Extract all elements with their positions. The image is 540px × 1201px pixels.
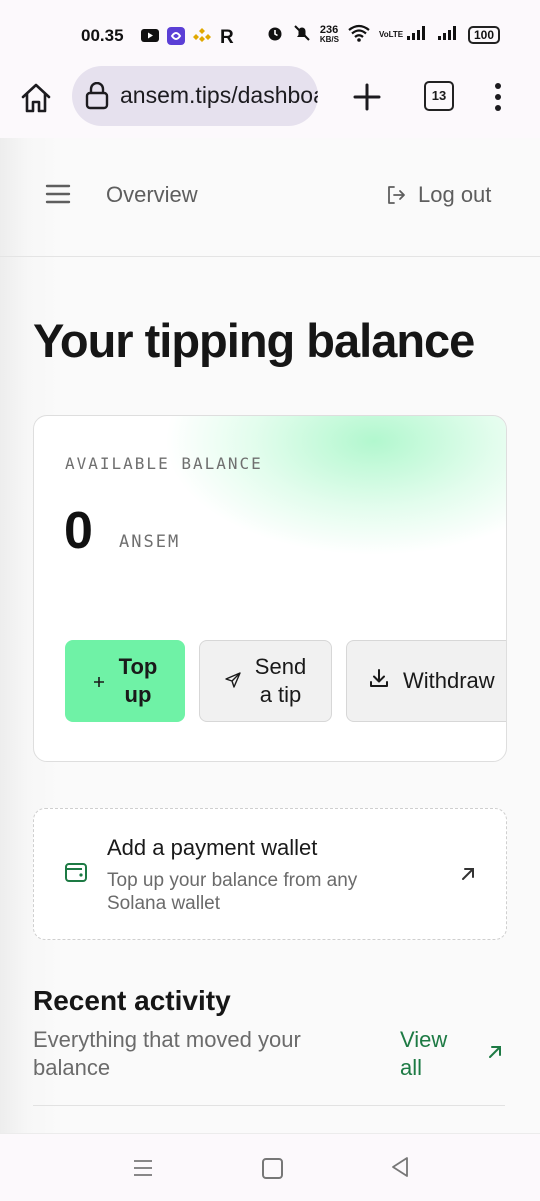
balance-label: AVAILABLE BALANCE: [65, 454, 263, 473]
balance-unit: ANSEM: [119, 532, 181, 552]
recents-icon: [134, 1160, 152, 1176]
url-bar[interactable]: ansem.tips/dashboard: [72, 66, 318, 126]
top-up-label: Top up: [119, 653, 158, 709]
lock-icon: [85, 82, 109, 110]
signal-icon: [406, 25, 428, 44]
browser-menu-button[interactable]: [486, 82, 510, 112]
wifi-icon: [348, 24, 370, 45]
revolut-icon: R: [218, 26, 238, 48]
page-content: Overview Log out Your tipping balance AV…: [0, 138, 540, 1133]
youtube-icon: [140, 26, 160, 44]
wallet-description: Top up your balance from any Solana wall…: [107, 870, 358, 914]
wallet-icon: [65, 863, 87, 882]
new-tab-button[interactable]: [352, 82, 382, 112]
top-nav: Overview Log out: [0, 138, 540, 257]
status-time: 00.35: [81, 26, 124, 45]
status-indicators: 236 KB/S VoLTE 100: [266, 24, 500, 45]
volte-icon: VoLTE: [378, 30, 404, 39]
view-all-link[interactable]: View all: [400, 1026, 460, 1082]
send-tip-button[interactable]: Send a tip: [199, 640, 332, 722]
home-button[interactable]: [18, 80, 54, 116]
alarm-icon: [266, 24, 284, 45]
recents-button[interactable]: [133, 1159, 153, 1177]
top-up-button[interactable]: Top up: [65, 640, 185, 722]
logout-label: Log out: [418, 182, 492, 207]
network-speed-unit: KB/S: [319, 34, 339, 44]
logout-icon: [388, 186, 405, 204]
logout-button[interactable]: Log out: [386, 182, 491, 208]
download-icon: [369, 667, 389, 695]
url-text[interactable]: ansem.tips/dashboard: [120, 82, 318, 109]
view-all-line2: all: [400, 1055, 423, 1080]
balance-card: AVAILABLE BALANCE 0 ANSEM Top up Send a …: [33, 415, 507, 762]
arrow-up-right-icon[interactable]: [487, 1044, 503, 1060]
back-button[interactable]: [390, 1156, 410, 1178]
page-title: Your tipping balance: [33, 314, 475, 367]
app-shortcut-icon: [166, 26, 186, 45]
send-tip-label-line1: Send: [254, 654, 307, 679]
add-wallet-card[interactable]: Add a payment wallet Top up your balance…: [33, 808, 507, 940]
binance-icon: [192, 26, 212, 44]
system-home-button[interactable]: [262, 1158, 283, 1179]
back-icon: [392, 1157, 408, 1177]
send-tip-label: Send a tip: [255, 653, 306, 709]
balance-glow: [164, 416, 506, 556]
top-up-label-line1: Top: [118, 654, 158, 679]
nav-title: Overview: [106, 182, 198, 207]
withdraw-label: Withdraw: [403, 668, 495, 693]
more-vert-icon: [495, 83, 501, 111]
hamburger-icon: [45, 184, 71, 204]
withdraw-button[interactable]: Withdraw: [346, 640, 506, 722]
svg-text:R: R: [220, 27, 234, 46]
system-nav-bar: [0, 1133, 540, 1201]
arrow-up-right-icon: [462, 868, 474, 880]
recent-activity-title: Recent activity: [33, 985, 231, 1016]
view-all-line1: View: [400, 1027, 448, 1052]
send-tip-label-line2: a tip: [259, 682, 302, 707]
network-speed-value: 236: [319, 23, 339, 36]
plus-icon: [353, 83, 381, 111]
plus-icon: [93, 667, 105, 695]
network-speed: 236 KB/S: [319, 23, 339, 45]
mute-icon: [293, 24, 311, 45]
send-icon: [225, 667, 241, 695]
hamburger-menu-button[interactable]: [45, 184, 71, 204]
wallet-title: Add a payment wallet: [107, 835, 318, 860]
divider: [33, 1105, 505, 1106]
signal-icon-2: [437, 25, 459, 44]
top-up-label-line2: up: [124, 682, 152, 707]
recent-activity-subtitle: Everything that moved your balance: [33, 1027, 301, 1080]
balance-value: 0: [64, 502, 93, 560]
home-icon: [21, 83, 51, 113]
battery-indicator: 100: [467, 25, 500, 44]
browser-toolbar: ansem.tips/dashboard 13: [0, 66, 540, 138]
status-bar: 00.35 R 236 KB/S VoLTE 100: [0, 0, 540, 66]
tab-switcher-button[interactable]: 13: [424, 81, 454, 111]
